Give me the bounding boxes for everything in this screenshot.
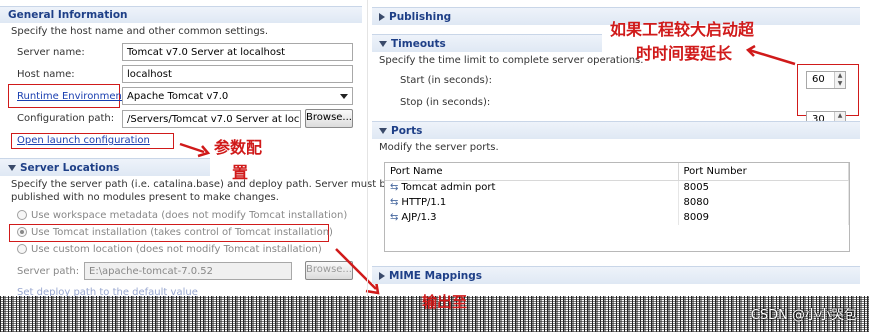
table-row[interactable]: ⇆ Tomcat admin port 8005 — [385, 180, 849, 195]
params-annotation-1: 参数配 — [214, 138, 263, 157]
radio-custom-option[interactable]: Use custom location (does not modify Tom… — [17, 244, 322, 255]
locations-section-title: Server Locations — [8, 162, 119, 174]
mime-title-text: MIME Mappings — [389, 270, 483, 282]
radio-workspace-icon[interactable] — [17, 210, 27, 220]
config-browse-button[interactable]: Browse... — [305, 109, 353, 128]
radio-workspace-option[interactable]: Use workspace metadata (does not modify … — [17, 210, 347, 221]
radio-custom-icon[interactable] — [17, 244, 27, 254]
general-section-desc: Specify the host name and other common s… — [11, 26, 269, 37]
host-name-label: Host name: — [17, 69, 75, 80]
ports-section-bar — [372, 121, 860, 139]
server-path-label: Server path: — [17, 266, 80, 277]
output-annotation-partial: 输出至 — [422, 293, 468, 311]
expand-triangle-icon — [379, 13, 385, 21]
stop-timeout-label: Stop (in seconds): — [400, 97, 491, 108]
timeout-annotation-2: 时时间要延长 — [636, 44, 733, 63]
runtime-environment-select[interactable]: Apache Tomcat v7.0 — [122, 87, 353, 105]
column-divider — [367, 0, 368, 296]
start-timeout-value: 60 — [812, 74, 825, 85]
collapse-triangle-icon — [379, 128, 387, 134]
server-name-field[interactable]: Tomcat v7.0 Server at localhost — [122, 43, 353, 61]
port-icon: ⇆ — [390, 212, 399, 223]
ports-section-header[interactable]: Ports — [379, 125, 422, 137]
params-arrow-icon — [179, 142, 211, 158]
port-name-cell: ⇆ Tomcat admin port — [385, 180, 679, 195]
server-path-field[interactable]: E:\apache-tomcat-7.0.52 — [84, 262, 292, 280]
runtime-environment-value: Apache Tomcat v7.0 — [127, 91, 229, 102]
timeout-annotation-1: 如果工程较大启动超 — [610, 20, 755, 39]
port-number-cell[interactable]: 8080 — [678, 195, 849, 210]
config-path-field[interactable]: /Servers/Tomcat v7.0 Server at localhos — [122, 110, 301, 128]
runtime-environment-link[interactable]: Runtime Environment: — [17, 91, 129, 102]
locations-desc-1: Specify the server path (i.e. catalina.b… — [11, 179, 392, 190]
port-number-cell[interactable]: 8005 — [678, 180, 849, 195]
radio-workspace-label: Use workspace metadata (does not modify … — [31, 210, 348, 221]
publishing-title-text: Publishing — [389, 11, 452, 23]
col-port-name[interactable]: Port Name — [385, 163, 679, 181]
chevron-up-icon[interactable]: ▲ — [835, 72, 845, 80]
collapse-triangle-icon — [379, 41, 387, 47]
port-icon: ⇆ — [390, 197, 399, 208]
ports-table: Port Name Port Number ⇆ Tomcat admin port… — [385, 163, 849, 225]
port-name-text: Tomcat admin port — [401, 182, 496, 194]
port-number-cell[interactable]: 8009 — [678, 210, 849, 225]
open-launch-config-link[interactable]: Open launch configuration — [17, 135, 150, 146]
radio-tomcat-label: Use Tomcat installation (takes control o… — [31, 227, 333, 238]
chevron-down-icon[interactable]: ▼ — [835, 80, 845, 88]
table-row[interactable]: ⇆ AJP/1.3 8009 — [385, 210, 849, 225]
radio-tomcat-option[interactable]: Use Tomcat installation (takes control o… — [17, 227, 333, 238]
timeouts-desc: Specify the time limit to complete serve… — [379, 55, 644, 66]
locations-title-text: Server Locations — [20, 162, 120, 174]
chevron-up-icon[interactable]: ▲ — [835, 112, 845, 120]
config-path-label: Configuration path: — [17, 113, 115, 124]
expand-triangle-icon — [379, 272, 385, 280]
general-section-title: General Information — [8, 9, 128, 21]
port-name-text: HTTP/1.1 — [401, 197, 447, 208]
ports-title-text: Ports — [391, 125, 423, 137]
timeout-arrow-icon — [745, 44, 796, 66]
publishing-section-header[interactable]: Publishing — [379, 11, 451, 23]
start-timeout-label: Start (in seconds): — [400, 75, 492, 86]
port-icon: ⇆ — [390, 182, 399, 194]
ports-desc: Modify the server ports. — [379, 142, 499, 153]
port-name-text: AJP/1.3 — [401, 212, 437, 223]
radio-custom-label: Use custom location (does not modify Tom… — [31, 244, 322, 255]
spinner-arrows[interactable]: ▲▼ — [834, 72, 845, 88]
radio-tomcat-icon[interactable] — [17, 227, 27, 237]
col-port-number[interactable]: Port Number — [678, 163, 849, 181]
port-name-cell: ⇆ AJP/1.3 — [385, 210, 679, 225]
port-name-cell: ⇆ HTTP/1.1 — [385, 195, 679, 210]
collapse-triangle-icon — [8, 165, 16, 171]
timeouts-title-text: Timeouts — [391, 38, 446, 50]
server-name-label: Server name: — [17, 47, 85, 58]
csdn-watermark: CSDN @小小哭包 — [750, 308, 857, 323]
ports-table-container: Port Name Port Number ⇆ Tomcat admin port… — [384, 162, 850, 252]
table-row[interactable]: ⇆ HTTP/1.1 8080 — [385, 195, 849, 210]
start-timeout-spinner[interactable]: 60 ▲ ▼ — [806, 71, 846, 89]
host-name-field[interactable]: localhost — [122, 65, 353, 83]
locations-desc-2: published with no modules present to mak… — [11, 192, 279, 203]
mime-section-header[interactable]: MIME Mappings — [379, 270, 482, 282]
chevron-down-icon — [340, 94, 348, 99]
timeouts-section-header[interactable]: Timeouts — [379, 38, 446, 50]
